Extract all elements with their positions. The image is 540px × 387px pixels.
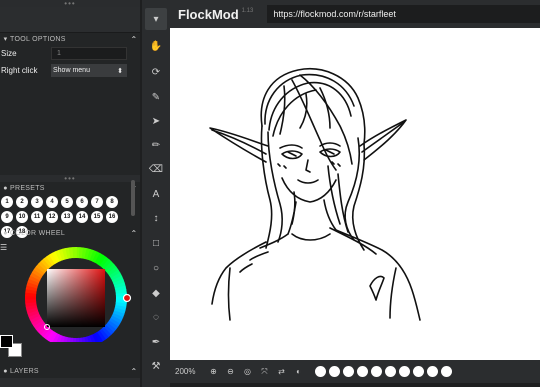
palette-swatch[interactable] xyxy=(315,366,326,377)
palette-swatch[interactable] xyxy=(371,366,382,377)
swap-icon[interactable]: ⇄ xyxy=(273,367,290,377)
fill-tool[interactable]: ◆ xyxy=(145,282,167,304)
app-version: 1.13 xyxy=(241,8,254,14)
size-label: Size xyxy=(1,49,17,58)
sketch-drawing xyxy=(209,68,421,321)
right-click-select[interactable]: Show menu ⬍ xyxy=(51,64,127,77)
layers-icon: ● xyxy=(3,367,8,375)
preset-button[interactable]: 11 xyxy=(31,211,43,223)
sliders-icon[interactable]: ☰ xyxy=(0,243,7,252)
ellipse-tool[interactable]: ○ xyxy=(145,257,167,279)
fullscreen-icon[interactable]: ⤧ xyxy=(256,367,273,377)
palette-swatch[interactable] xyxy=(385,366,396,377)
size-row: Size 1 xyxy=(0,45,140,62)
rotate-tool[interactable]: ⟳ xyxy=(145,61,167,83)
bottom-bar-icons: ⊕ ⊖ ◎ ⤧ ⇄ ◐ xyxy=(205,367,307,377)
zoom-out-icon[interactable]: ⊖ xyxy=(222,367,239,377)
palette-swatch[interactable] xyxy=(343,366,354,377)
app-name: FlockMod xyxy=(178,6,239,22)
preset-button[interactable]: 3 xyxy=(31,196,43,208)
brush-tool[interactable]: ✎ xyxy=(145,86,167,108)
collapse-icon[interactable]: ⌃ xyxy=(128,229,140,238)
layers-title: LAYERS xyxy=(10,367,39,375)
palette-swatch[interactable] xyxy=(357,366,368,377)
panel-topbar xyxy=(0,7,140,33)
hand-tool[interactable]: ✋ xyxy=(145,35,167,57)
zoom-level[interactable]: 200% xyxy=(175,367,205,376)
preset-button[interactable]: 15 xyxy=(91,211,103,223)
preset-button[interactable]: 9 xyxy=(1,211,13,223)
preset-button[interactable]: 2 xyxy=(16,196,28,208)
droplet-icon: ● xyxy=(3,229,8,237)
bottom-bar: 200% ⊕ ⊖ ◎ ⤧ ⇄ ◐ xyxy=(170,360,540,383)
right-click-label: Right click xyxy=(1,66,38,75)
eyedropper-tool[interactable]: ✒ xyxy=(145,331,167,353)
checkbox-tool[interactable]: ▾ xyxy=(145,8,167,30)
color-wheel[interactable] xyxy=(18,242,134,349)
tool-options-body xyxy=(0,79,140,175)
rectangle-tool[interactable]: □ xyxy=(145,232,167,254)
palette-swatch[interactable] xyxy=(329,366,340,377)
panel-scrollbar[interactable] xyxy=(131,180,135,216)
preset-button[interactable]: 7 xyxy=(91,196,103,208)
primary-color-swatch[interactable] xyxy=(0,335,13,348)
preset-button[interactable]: 8 xyxy=(106,196,118,208)
zoom-in-icon[interactable]: ⊕ xyxy=(205,367,222,377)
color-wheel-title: COLOR WHEEL xyxy=(10,229,66,237)
preset-button[interactable]: 10 xyxy=(16,211,28,223)
preset-button[interactable]: 13 xyxy=(61,211,73,223)
presets-header[interactable]: ● PRESETS ⌃ xyxy=(0,182,140,194)
tool-options-header[interactable]: ▾ TOOL OPTIONS ⌃ xyxy=(0,33,140,45)
palette-swatch[interactable] xyxy=(441,366,452,377)
color-wheel-svg[interactable] xyxy=(18,242,134,349)
panel-grip[interactable]: ••• xyxy=(0,0,140,8)
tool-column: ▾ ✋ ⟳ ✎ ➤ ✏ ⌫ A ↕ □ ○ ◆ ◌ ✒ ⚒ xyxy=(142,0,170,387)
bottom-edge xyxy=(170,383,540,387)
caret-down-icon: ▾ xyxy=(3,36,8,43)
header: FlockMod 1.13 https://flockmod.com/r/sta… xyxy=(170,0,540,28)
eraser-tool[interactable]: ⌫ xyxy=(145,158,167,180)
section-grip[interactable]: ••• xyxy=(0,175,140,183)
palette-swatch[interactable] xyxy=(399,366,410,377)
size-input[interactable]: 1 xyxy=(51,47,127,60)
right-click-row: Right click Show menu ⬍ xyxy=(0,62,140,79)
hue-picker[interactable] xyxy=(122,293,132,303)
palette-swatch[interactable] xyxy=(427,366,438,377)
text-tool[interactable]: A xyxy=(145,183,167,205)
color-wheel-header[interactable]: ● COLOR WHEEL ⌃ xyxy=(0,227,140,239)
preset-button[interactable]: 12 xyxy=(46,211,58,223)
drawing-canvas[interactable] xyxy=(170,28,540,360)
hue-segment[interactable] xyxy=(72,247,77,259)
right-click-value: Show menu xyxy=(53,67,90,74)
select-arrows-icon: ⬍ xyxy=(117,67,123,75)
select-arrow-tool[interactable]: ➤ xyxy=(145,110,167,132)
preset-button[interactable]: 1 xyxy=(1,196,13,208)
preset-button[interactable]: 16 xyxy=(106,211,118,223)
paint-roller-tool[interactable]: ⚒ xyxy=(145,355,167,377)
palette-swatch[interactable] xyxy=(413,366,424,377)
tool-options-title: TOOL OPTIONS xyxy=(10,35,66,43)
preset-button[interactable]: 4 xyxy=(46,196,58,208)
preset-icon: ● xyxy=(3,184,8,192)
presets-title: PRESETS xyxy=(10,184,45,192)
contrast-icon[interactable]: ◐ xyxy=(290,367,307,377)
color-dots xyxy=(315,366,455,377)
room-url[interactable]: https://flockmod.com/r/starfleet xyxy=(267,5,540,23)
move-tool[interactable]: ↕ xyxy=(145,207,167,229)
layers-header[interactable]: ● LAYERS ⌃ xyxy=(0,365,140,377)
target-icon[interactable]: ◎ xyxy=(239,367,256,377)
panel-bottom-strip xyxy=(0,378,140,387)
collapse-icon[interactable]: ⌃ xyxy=(128,35,140,44)
preset-button[interactable]: 6 xyxy=(76,196,88,208)
lasso-tool[interactable]: ◌ xyxy=(145,306,167,328)
pen-tool[interactable]: ✏ xyxy=(145,134,167,156)
preset-button[interactable]: 5 xyxy=(61,196,73,208)
left-panel: ••• ▾ TOOL OPTIONS ⌃ Size 1 Right click … xyxy=(0,0,140,387)
collapse-icon[interactable]: ⌃ xyxy=(128,367,140,376)
preset-button[interactable]: 14 xyxy=(76,211,88,223)
